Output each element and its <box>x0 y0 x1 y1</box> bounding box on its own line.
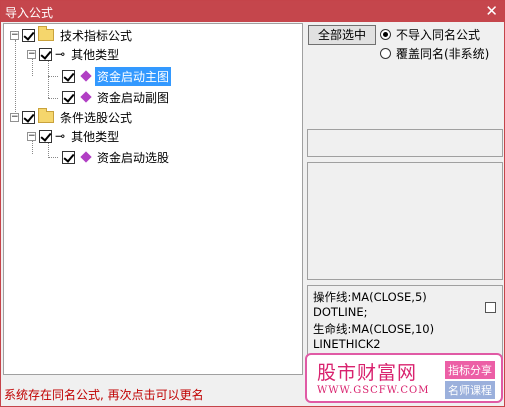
checkbox-tech-indicators[interactable] <box>22 28 35 42</box>
checkbox-other-types[interactable] <box>39 47 52 61</box>
tree-node-label: 技术指标公式 <box>60 28 133 43</box>
tree-item-label: 资金启动选股 <box>97 150 170 165</box>
tree-item-stock-pick[interactable]: 资金启动选股 <box>62 148 171 166</box>
watermark-tag-share: 指标分享 <box>445 361 495 379</box>
collapse-toggle[interactable]: − <box>10 30 19 40</box>
status-message: 系统存在同名公式, 再次点击可以更名 <box>4 388 204 402</box>
tree-item-label: 资金启动主图 <box>95 66 172 86</box>
watermark-site-name: 股市财富网 <box>317 362 418 384</box>
watermark-url: WWW.GSCFW.COM <box>317 385 430 396</box>
tree-guide <box>48 98 58 99</box>
collapse-toggle[interactable]: − <box>27 131 36 141</box>
radio-label: 不导入同名公式 <box>396 28 481 42</box>
tree-guide <box>48 157 58 158</box>
checkbox-stock-pick[interactable] <box>62 150 75 164</box>
tree-guide <box>48 76 58 77</box>
checkbox-sub-chart[interactable] <box>62 90 75 104</box>
tree-item-label: 资金启动副图 <box>97 90 170 105</box>
checkbox-other-types-2[interactable] <box>39 129 52 143</box>
tree-node-label: 其他类型 <box>71 47 120 62</box>
checkbox-stock-selection[interactable] <box>22 110 35 124</box>
dialog-title: 导入公式 <box>5 6 54 20</box>
tree-node-tech-indicators[interactable]: − 技术指标公式 <box>10 26 134 44</box>
tree-item-main-chart[interactable]: 资金启动主图 <box>62 66 172 86</box>
folder-icon <box>38 26 54 41</box>
import-formula-dialog: 导入公式 ✕ − 技术指标公式 − ⊸ 其他类型 资金启动主图 资金启动副图 −… <box>0 0 505 407</box>
tree-guide <box>15 40 16 118</box>
tree-node-other-types-2[interactable]: − ⊸ 其他类型 <box>27 127 121 145</box>
select-all-button[interactable]: 全部选中 <box>308 25 376 45</box>
code-checkbox[interactable] <box>485 302 496 313</box>
formula-name-box <box>307 129 503 157</box>
close-icon[interactable]: ✕ <box>485 2 498 20</box>
title-bar: 导入公式 ✕ <box>1 1 504 22</box>
collapse-toggle[interactable]: − <box>10 112 19 122</box>
checkbox-main-chart[interactable] <box>62 69 75 83</box>
formula-icon <box>80 91 92 103</box>
tree-item-sub-chart[interactable]: 资金启动副图 <box>62 88 171 106</box>
tree-node-label: 条件选股公式 <box>60 110 133 125</box>
formula-icon <box>80 151 92 163</box>
tree-node-other-types[interactable]: − ⊸ 其他类型 <box>27 45 121 63</box>
key-icon: ⊸ <box>55 47 66 61</box>
watermark-logo: 股市财富网 WWW.GSCFW.COM 指标分享 名师课程 <box>305 353 503 403</box>
collapse-toggle[interactable]: − <box>27 49 36 59</box>
key-icon: ⊸ <box>55 129 66 143</box>
formula-icon <box>80 70 92 82</box>
code-line: 操作线:MA(CLOSE,5) <box>313 290 427 304</box>
tree-guide <box>48 60 49 98</box>
options-panel: 全部选中 不导入同名公式 覆盖同名(非系统) 操作线:MA(CLOSE,5) D… <box>306 23 504 377</box>
tree-node-label: 其他类型 <box>71 129 120 144</box>
code-line: LINETHICK2 <box>313 337 381 351</box>
radio-label: 覆盖同名(非系统) <box>396 47 490 61</box>
code-line: DOTLINE; <box>313 305 368 319</box>
formula-description-box <box>307 162 503 280</box>
radio-button-checked[interactable] <box>380 29 391 40</box>
tree-node-stock-selection[interactable]: − 条件选股公式 <box>10 108 134 126</box>
radio-skip-duplicates[interactable]: 不导入同名公式 <box>380 26 480 43</box>
formula-tree[interactable]: − 技术指标公式 − ⊸ 其他类型 资金启动主图 资金启动副图 − 条件选股公式 <box>3 23 303 375</box>
radio-overwrite-duplicates[interactable]: 覆盖同名(非系统) <box>380 45 489 62</box>
watermark-tag-course: 名师课程 <box>445 381 495 399</box>
code-line: 生命线:MA(CLOSE,10) <box>313 322 435 336</box>
radio-button[interactable] <box>380 48 391 59</box>
folder-icon <box>38 108 54 123</box>
